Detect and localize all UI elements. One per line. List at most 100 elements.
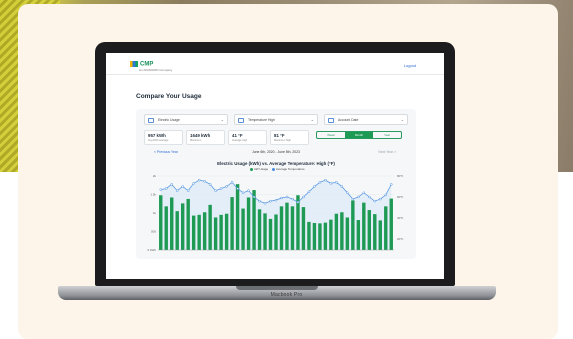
temperature-point [379,197,382,201]
usage-bar [197,214,201,250]
usage-bar [290,206,295,250]
temperature-select[interactable]: Temperature High ⌄ [234,114,318,125]
next-year-link[interactable]: Next Year > [378,150,396,154]
usage-bar [191,215,196,250]
period-week-button[interactable]: Week [317,132,345,138]
temperature-point [329,182,333,185]
period-year-button[interactable]: Year [373,132,401,138]
usage-bar [307,221,311,250]
page-title: Compare Your Usage [136,93,202,100]
temperature-point [269,199,272,203]
usage-bar [279,206,284,250]
temperature-point [307,190,311,193]
chevron-down-icon: ⌄ [400,117,404,122]
laptop-notch [236,286,318,290]
temperature-point [159,188,162,191]
usage-bar [241,208,245,250]
temperature-point [208,183,212,186]
y-left-tick-label: 500 [151,230,156,234]
usage-bar [334,213,339,250]
temperature-legend-swatch [271,167,275,171]
temperature-point [214,189,217,192]
temperature-point [351,197,355,201]
previous-year-link[interactable]: < Previous Year [154,150,178,154]
usage-bar [329,219,333,250]
temperature-point [263,202,267,205]
usage-bar [186,198,190,250]
date-select[interactable]: Account Date ⌄ [324,114,408,125]
period-month-button[interactable]: Month [345,132,373,138]
y-left-tick-label: 2k [153,174,157,178]
temperature-point [170,183,173,186]
usage-type-select[interactable]: Electric Usage ⌄ [144,114,228,125]
temperature-point [197,178,201,182]
period-toggle: Week Month Year [316,131,402,139]
temperature-point [291,197,294,201]
logo-icon [130,61,138,67]
usage-bar [312,222,317,250]
usage-bar [318,223,322,250]
y-right-tick-label: 80°F [397,174,404,178]
laptop-screen: CMP An AVANGRID Company Logout Compare Y… [106,53,444,279]
stat-avg-usage: 957 kWh Avg kWh average [144,130,183,145]
usage-bar [159,195,163,250]
temperature-point [335,181,338,184]
logout-link[interactable]: Logout [404,63,416,68]
temperature-point [241,191,245,195]
temperature-point [357,195,360,199]
usage-bar [389,198,393,250]
temperature-point [192,182,195,185]
temperature-point [313,185,316,188]
usage-panel: Electric Usage ⌄ Temperature High ⌄ Acco… [136,109,416,259]
usage-bar [252,190,256,250]
logo-subtitle: An AVANGRID Company [139,68,173,72]
usage-bar [384,206,388,250]
chart-legend: kW Usage Average Temperature [136,167,416,171]
usage-legend-swatch [250,167,254,171]
temperature-point [285,195,289,199]
date-range-label: June 6th, 2020 - June 5th, 2023 [252,150,300,154]
temperature-point [324,178,327,182]
usage-bar [373,214,377,250]
temperature-point [247,189,250,192]
temperature-point [346,191,349,195]
temperature-point [203,179,206,183]
usage-bar [351,200,355,250]
laptop-model-label: Macbook Pro [270,292,303,298]
temperature-point [230,181,234,184]
usage-bar [257,209,262,250]
usage-bar [323,222,328,250]
temperature-point [302,195,305,199]
usage-bar [170,197,174,250]
temperature-point [258,199,261,203]
usage-bar [246,197,251,250]
usage-bar [285,202,289,250]
usage-bar [175,211,179,250]
y-right-tick-label: 20°F [397,237,404,241]
usage-bar [180,203,185,250]
y-right-tick-label: 40°F [397,216,404,220]
usage-bar [301,207,306,250]
calendar-icon [328,118,334,123]
usage-bar [263,213,267,250]
temperature-point [181,185,184,188]
temperature-point [280,196,283,200]
usage-bar [213,217,218,250]
temperature-point [186,189,190,192]
temperature-point [219,187,223,190]
brand-logo[interactable]: CMP [130,61,153,68]
usage-bar [345,217,350,250]
stat-max-usage: 1649 kWh Maximum [186,130,225,145]
chevron-down-icon: ⌄ [220,117,224,122]
usage-bar [268,218,273,250]
usage-bar [230,197,234,250]
temperature-point [225,185,228,188]
usage-bar [356,220,361,250]
temperature-point [252,195,256,199]
temperature-point [175,189,179,192]
usage-bar [340,212,344,250]
y-right-tick-label: 60°F [397,195,404,199]
temperature-point [362,191,366,195]
temperature-point [274,198,278,202]
stat-avg-temp: 41 °F Average high [228,130,267,145]
